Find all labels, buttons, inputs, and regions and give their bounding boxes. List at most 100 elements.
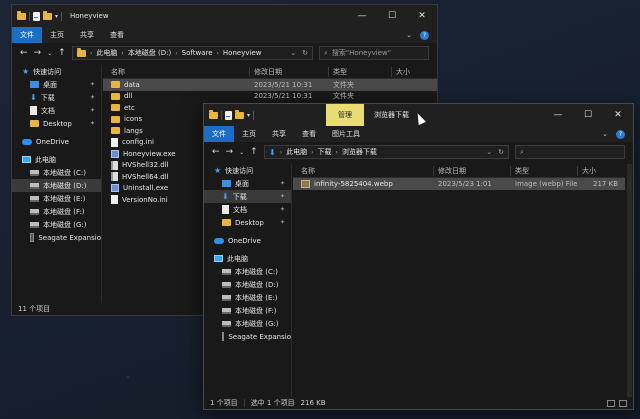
sidebar-item-drive-f[interactable]: 本地磁盘 (F:) — [12, 205, 101, 218]
sidebar-item-drive-f[interactable]: 本地磁盘 (F:) — [204, 304, 291, 317]
column-header-size[interactable]: 大小 — [392, 67, 432, 77]
breadcrumb-separator: › — [279, 148, 283, 156]
expand-ribbon-icon[interactable]: ⌄ — [602, 130, 608, 138]
table-row[interactable]: dll 2023/5/21 10:31 文件夹 — [103, 91, 437, 103]
minimize-button[interactable]: — — [543, 104, 573, 126]
customize-toolbar-icon[interactable]: ▾ — [55, 13, 58, 20]
star-icon: ★ — [22, 67, 30, 76]
address-bar[interactable]: › 此电脑 › 本地磁盘 (D:) › Software › Honeyview… — [72, 46, 313, 60]
sidebar-item-label: 下载 — [232, 192, 247, 201]
large-icons-view-icon[interactable] — [619, 399, 627, 407]
sidebar-item-drive-g[interactable]: 本地磁盘 (G:) — [12, 218, 101, 231]
column-header-date[interactable]: 修改日期 — [250, 67, 328, 77]
search-input[interactable]: ⌕ — [515, 145, 625, 159]
tab-view[interactable]: 查看 — [294, 126, 324, 142]
breadcrumb-this-pc[interactable]: 此电脑 — [96, 48, 117, 58]
sidebar-item-desktop[interactable]: 桌面 ✦ — [12, 78, 101, 91]
maximize-button[interactable]: ☐ — [573, 104, 603, 126]
sidebar-item-onedrive[interactable]: OneDrive — [204, 234, 291, 247]
tab-share[interactable]: 共享 — [264, 126, 294, 142]
properties-icon[interactable] — [225, 110, 232, 120]
address-bar[interactable]: ⬇ › 此电脑 › 下载 › 浏览器下载 ⌄ ↻ — [264, 145, 509, 159]
details-view-icon[interactable] — [607, 399, 615, 407]
minimize-button[interactable]: — — [347, 5, 377, 27]
sidebar-item-this-pc[interactable]: 此电脑 — [12, 153, 101, 166]
column-header-name[interactable]: 名称 — [103, 67, 249, 77]
sidebar-item-desktop[interactable]: 桌面 ✦ — [204, 177, 291, 190]
properties-icon[interactable] — [33, 11, 40, 21]
sidebar-item-drive-d[interactable]: 本地磁盘 (D:) — [204, 278, 291, 291]
address-dropdown-icon[interactable]: ⌄ — [290, 49, 296, 57]
drive-icon — [222, 320, 231, 327]
sidebar-item-drive-e[interactable]: 本地磁盘 (E:) — [204, 291, 291, 304]
column-header-type[interactable]: 类型 — [329, 67, 391, 77]
sidebar-item-quick-access[interactable]: ★ 快速访问 — [12, 65, 101, 78]
breadcrumb-drive-d[interactable]: 本地磁盘 (D:) — [128, 48, 171, 58]
help-icon[interactable]: ? — [420, 30, 429, 40]
recent-locations-icon[interactable]: ⌄ — [239, 149, 244, 156]
table-row[interactable]: data 2023/5/21 10:31 文件夹 — [103, 79, 437, 91]
refresh-icon[interactable]: ↻ — [498, 148, 504, 156]
close-button[interactable]: ✕ — [407, 5, 437, 27]
breadcrumb-this-pc[interactable]: 此电脑 — [286, 147, 307, 157]
back-icon[interactable]: ← — [212, 147, 220, 157]
forward-icon[interactable]: → — [34, 48, 42, 58]
help-icon[interactable]: ? — [616, 129, 625, 139]
tab-home[interactable]: 主页 — [42, 27, 72, 43]
sidebar-item-drive-e[interactable]: 本地磁盘 (E:) — [12, 192, 101, 205]
file-name: dll — [124, 92, 133, 101]
sidebar-item-drive-g[interactable]: 本地磁盘 (G:) — [204, 317, 291, 330]
tab-share[interactable]: 共享 — [72, 27, 102, 43]
up-icon[interactable]: ↑ — [250, 147, 258, 157]
forward-icon[interactable]: → — [226, 147, 234, 157]
sidebar-item-documents[interactable]: 文档 ✦ — [12, 104, 101, 117]
sidebar-item-quick-access[interactable]: ★ 快速访问 — [204, 164, 291, 177]
refresh-icon[interactable]: ↻ — [302, 49, 308, 57]
tab-picture-tools[interactable]: 图片工具 — [324, 126, 368, 142]
back-icon[interactable]: ← — [20, 48, 28, 58]
up-icon[interactable]: ↑ — [58, 48, 66, 58]
column-header-type[interactable]: 类型 — [511, 166, 577, 176]
sidebar-item-label: Seagate Expansio — [38, 233, 101, 242]
recent-locations-icon[interactable]: ⌄ — [47, 50, 52, 57]
breadcrumb-browser-downloads[interactable]: 浏览器下载 — [342, 147, 377, 157]
table-row[interactable]: infinity-5825404.webp 2023/5/23 1:01 Ima… — [293, 178, 625, 190]
sidebar-item-downloads[interactable]: ⬇ 下载 ✦ — [12, 91, 101, 104]
title-bar: ▾ Honeyview — ☐ ✕ — [12, 5, 437, 27]
sidebar-item-desktop-folder[interactable]: Desktop ✦ — [204, 216, 291, 229]
sidebar-item-this-pc[interactable]: 此电脑 — [204, 252, 291, 265]
breadcrumb-downloads[interactable]: 下载 — [318, 147, 332, 157]
column-header-size[interactable]: 大小 — [578, 166, 618, 176]
tab-file[interactable]: 文件 — [12, 27, 42, 43]
scrollbar[interactable] — [627, 164, 632, 397]
new-folder-icon[interactable] — [235, 109, 244, 119]
sidebar-item-drive-c[interactable]: 本地磁盘 (C:) — [204, 265, 291, 278]
search-input[interactable]: ⌕ 搜索"Honeyview" — [319, 46, 429, 60]
sidebar-item-desktop-folder[interactable]: Desktop ✦ — [12, 117, 101, 130]
tab-home[interactable]: 主页 — [234, 126, 264, 142]
column-header-name[interactable]: 名称 — [293, 166, 433, 176]
sidebar-item-usb-drive[interactable]: Seagate Expansio — [204, 330, 291, 343]
expand-ribbon-icon[interactable]: ⌄ — [406, 31, 412, 39]
sidebar-item-drive-c[interactable]: 本地磁盘 (C:) — [12, 166, 101, 179]
folder-icon — [111, 104, 120, 112]
sidebar-item-label: 桌面 — [43, 80, 57, 89]
sidebar-item-drive-d[interactable]: 本地磁盘 (D:) — [12, 179, 101, 192]
tab-view[interactable]: 查看 — [102, 27, 132, 43]
breadcrumb-software[interactable]: Software — [182, 49, 213, 57]
breadcrumb-honeyview[interactable]: Honeyview — [223, 49, 262, 57]
new-folder-icon[interactable] — [43, 10, 52, 20]
sidebar-item-onedrive[interactable]: OneDrive — [12, 135, 101, 148]
address-dropdown-icon[interactable]: ⌄ — [486, 148, 492, 156]
sidebar-item-usb-drive[interactable]: Seagate Expansio — [12, 231, 101, 244]
customize-toolbar-icon[interactable]: ▾ — [247, 112, 250, 119]
sidebar-item-downloads[interactable]: ⬇ 下载 ✦ — [204, 190, 291, 203]
maximize-button[interactable]: ☐ — [377, 5, 407, 27]
contextual-tab-manage[interactable]: 管理 — [326, 104, 364, 126]
close-button[interactable]: ✕ — [603, 104, 633, 126]
sidebar-item-documents[interactable]: 文档 ✦ — [204, 203, 291, 216]
tab-file[interactable]: 文件 — [204, 126, 234, 142]
exe-icon — [111, 149, 119, 158]
column-header-date[interactable]: 修改日期 — [434, 166, 510, 176]
star-icon: ★ — [214, 166, 222, 175]
